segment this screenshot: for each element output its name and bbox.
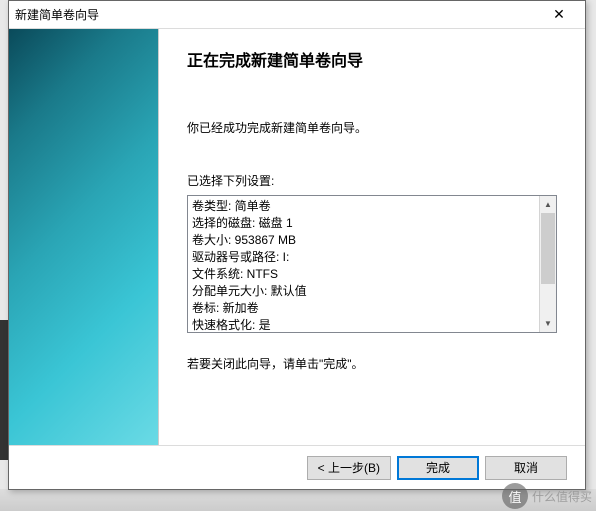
setting-quick-format: 快速格式化: 是 (192, 317, 535, 332)
back-button[interactable]: < 上一步(B) (307, 456, 391, 480)
scrollbar[interactable]: ▲ ▼ (539, 196, 556, 332)
cancel-button[interactable]: 取消 (485, 456, 567, 480)
scroll-up-button[interactable]: ▲ (540, 196, 556, 213)
page-heading: 正在完成新建简单卷向导 (187, 47, 557, 71)
finish-button[interactable]: 完成 (397, 456, 479, 480)
close-hint: 若要关闭此向导，请单击"完成"。 (187, 355, 557, 372)
setting-volume-type: 卷类型: 简单卷 (192, 198, 535, 215)
close-button[interactable]: ✕ (539, 2, 579, 28)
setting-allocation-unit: 分配单元大小: 默认值 (192, 283, 535, 300)
wizard-sidebar-image (9, 29, 159, 445)
setting-volume-label: 卷标: 新加卷 (192, 300, 535, 317)
setting-file-system: 文件系统: NTFS (192, 266, 535, 283)
setting-volume-size: 卷大小: 953867 MB (192, 232, 535, 249)
scroll-thumb[interactable] (541, 213, 555, 284)
wizard-footer: < 上一步(B) 完成 取消 (9, 445, 585, 489)
titlebar: 新建简单卷向导 ✕ (9, 1, 585, 29)
close-icon: ✕ (553, 6, 565, 23)
settings-label: 已选择下列设置: (187, 172, 557, 189)
settings-list[interactable]: 卷类型: 简单卷 选择的磁盘: 磁盘 1 卷大小: 953867 MB 驱动器号… (188, 196, 539, 332)
scroll-track[interactable] (540, 213, 556, 315)
settings-listbox: 卷类型: 简单卷 选择的磁盘: 磁盘 1 卷大小: 953867 MB 驱动器号… (187, 195, 557, 333)
scroll-down-button[interactable]: ▼ (540, 315, 556, 332)
intro-text: 你已经成功完成新建简单卷向导。 (187, 119, 557, 136)
wizard-window: 新建简单卷向导 ✕ 正在完成新建简单卷向导 你已经成功完成新建简单卷向导。 已选… (8, 0, 586, 490)
setting-drive-letter: 驱动器号或路径: I: (192, 249, 535, 266)
window-title: 新建简单卷向导 (15, 6, 539, 23)
setting-selected-disk: 选择的磁盘: 磁盘 1 (192, 215, 535, 232)
